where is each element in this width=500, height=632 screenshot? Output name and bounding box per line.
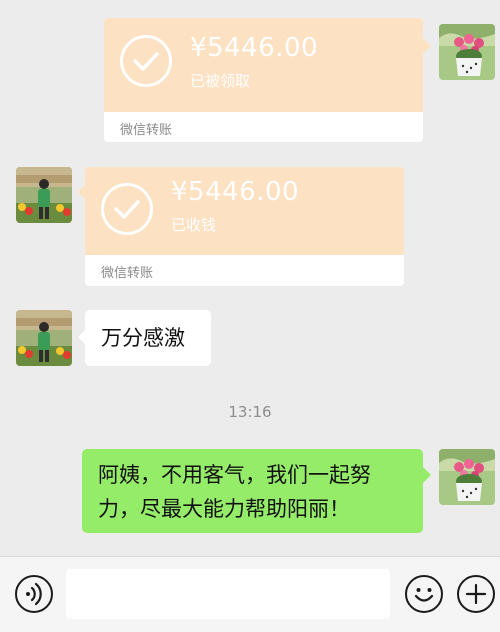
message-text-line: 力，尽最大能力帮助阳丽！ <box>98 497 350 521</box>
voice-icon[interactable] <box>15 575 53 613</box>
transfer-amount: ¥5446.00 <box>171 177 300 207</box>
self-avatar[interactable] <box>439 24 495 80</box>
message-text-line: 阿姨，不用客气，我们一起努 <box>98 463 371 487</box>
transfer-amount: ¥5446.00 <box>190 33 319 63</box>
transfer-card-received[interactable]: ¥5446.00 已收钱 微信转账 <box>85 167 404 286</box>
check-circle-icon <box>101 183 153 235</box>
transfer-card-sent[interactable]: ¥5446.00 已被领取 微信转账 <box>104 18 423 142</box>
message-timestamp: 13:16 <box>228 403 272 421</box>
chat-area: ¥5446.00 已被领取 微信转账 ¥5446.00 已收钱 微信转账 万分感… <box>0 0 500 556</box>
contact-avatar[interactable] <box>16 167 72 223</box>
input-bar <box>0 556 500 632</box>
transfer-footer-label: 微信转账 <box>120 123 173 138</box>
contact-avatar[interactable] <box>16 310 72 366</box>
bubble-tail <box>423 38 431 54</box>
message-bubble-thanks[interactable]: 万分感激 <box>85 310 211 366</box>
message-input[interactable] <box>66 569 390 619</box>
transfer-footer-label: 微信转账 <box>101 266 154 281</box>
message-text: 万分感激 <box>101 326 185 350</box>
transfer-card-header: ¥5446.00 已收钱 <box>85 167 404 255</box>
message-bubble-reply[interactable]: 阿姨，不用客气，我们一起努 力，尽最大能力帮助阳丽！ <box>82 449 423 533</box>
self-avatar[interactable] <box>439 449 495 505</box>
emoji-icon[interactable] <box>405 575 443 613</box>
check-circle-icon <box>120 35 172 87</box>
transfer-status: 已被领取 <box>190 72 251 90</box>
bubble-tail <box>423 467 431 483</box>
transfer-status: 已收钱 <box>171 216 217 234</box>
transfer-card-header: ¥5446.00 已被领取 <box>104 18 423 112</box>
plus-icon[interactable] <box>457 575 495 613</box>
